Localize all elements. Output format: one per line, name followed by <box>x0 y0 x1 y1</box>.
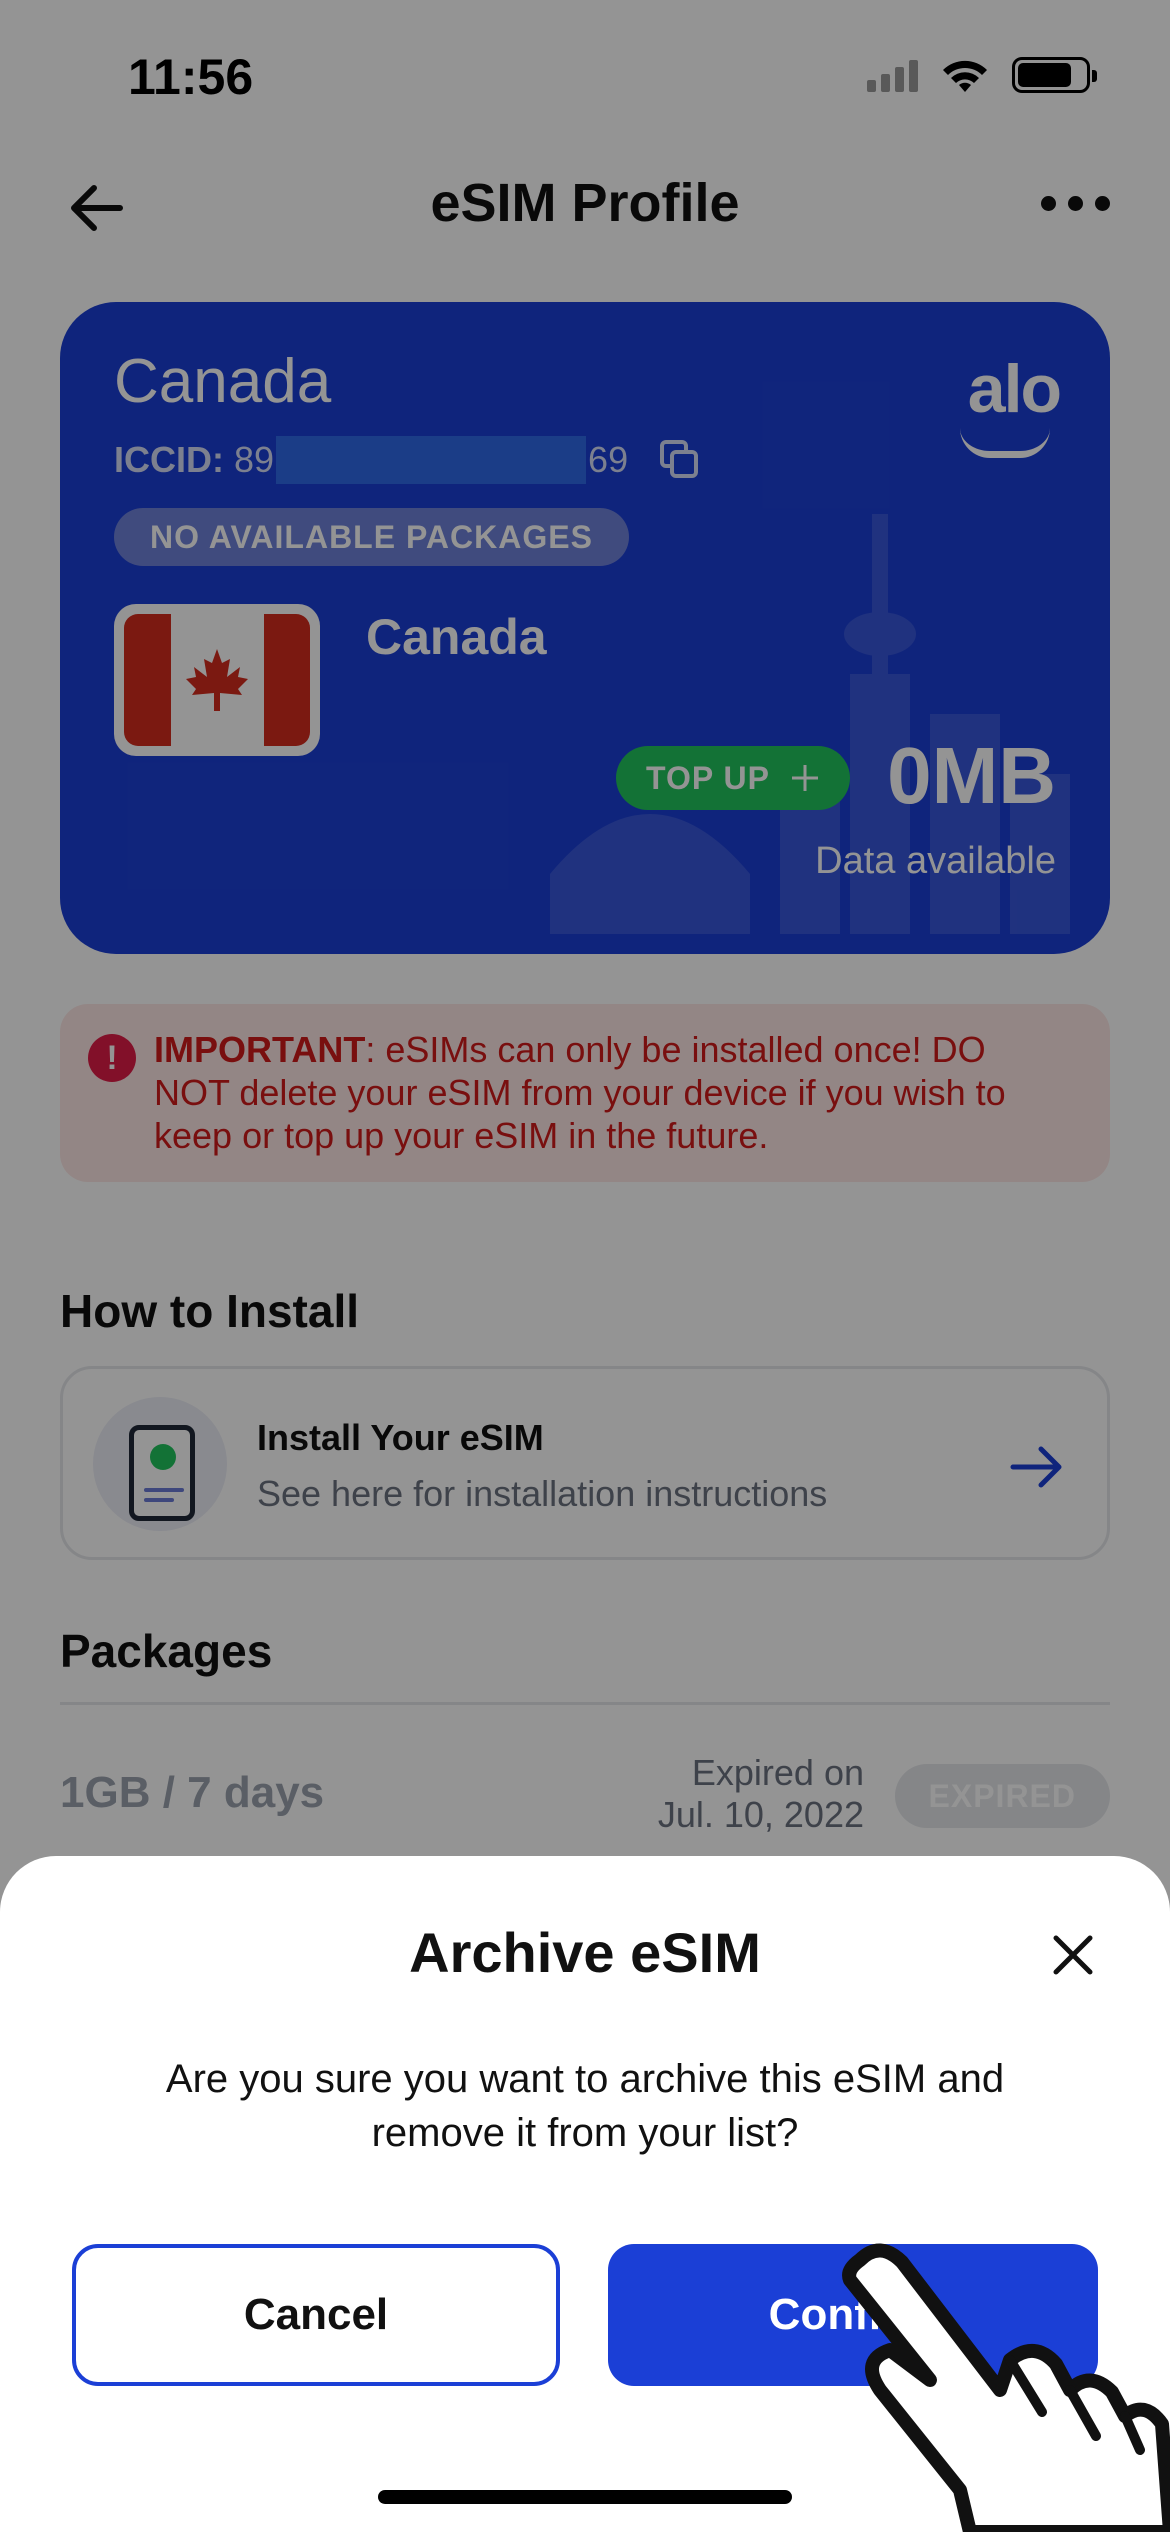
pointing-hand-icon <box>842 2243 1170 2532</box>
close-icon[interactable] <box>1050 1932 1096 1978</box>
dialog-message: Are you sure you want to archive this eS… <box>165 2057 1005 2155</box>
dialog-title: Archive eSIM <box>409 1921 761 1984</box>
home-indicator <box>378 2490 792 2504</box>
cancel-button[interactable]: Cancel <box>72 2244 560 2386</box>
